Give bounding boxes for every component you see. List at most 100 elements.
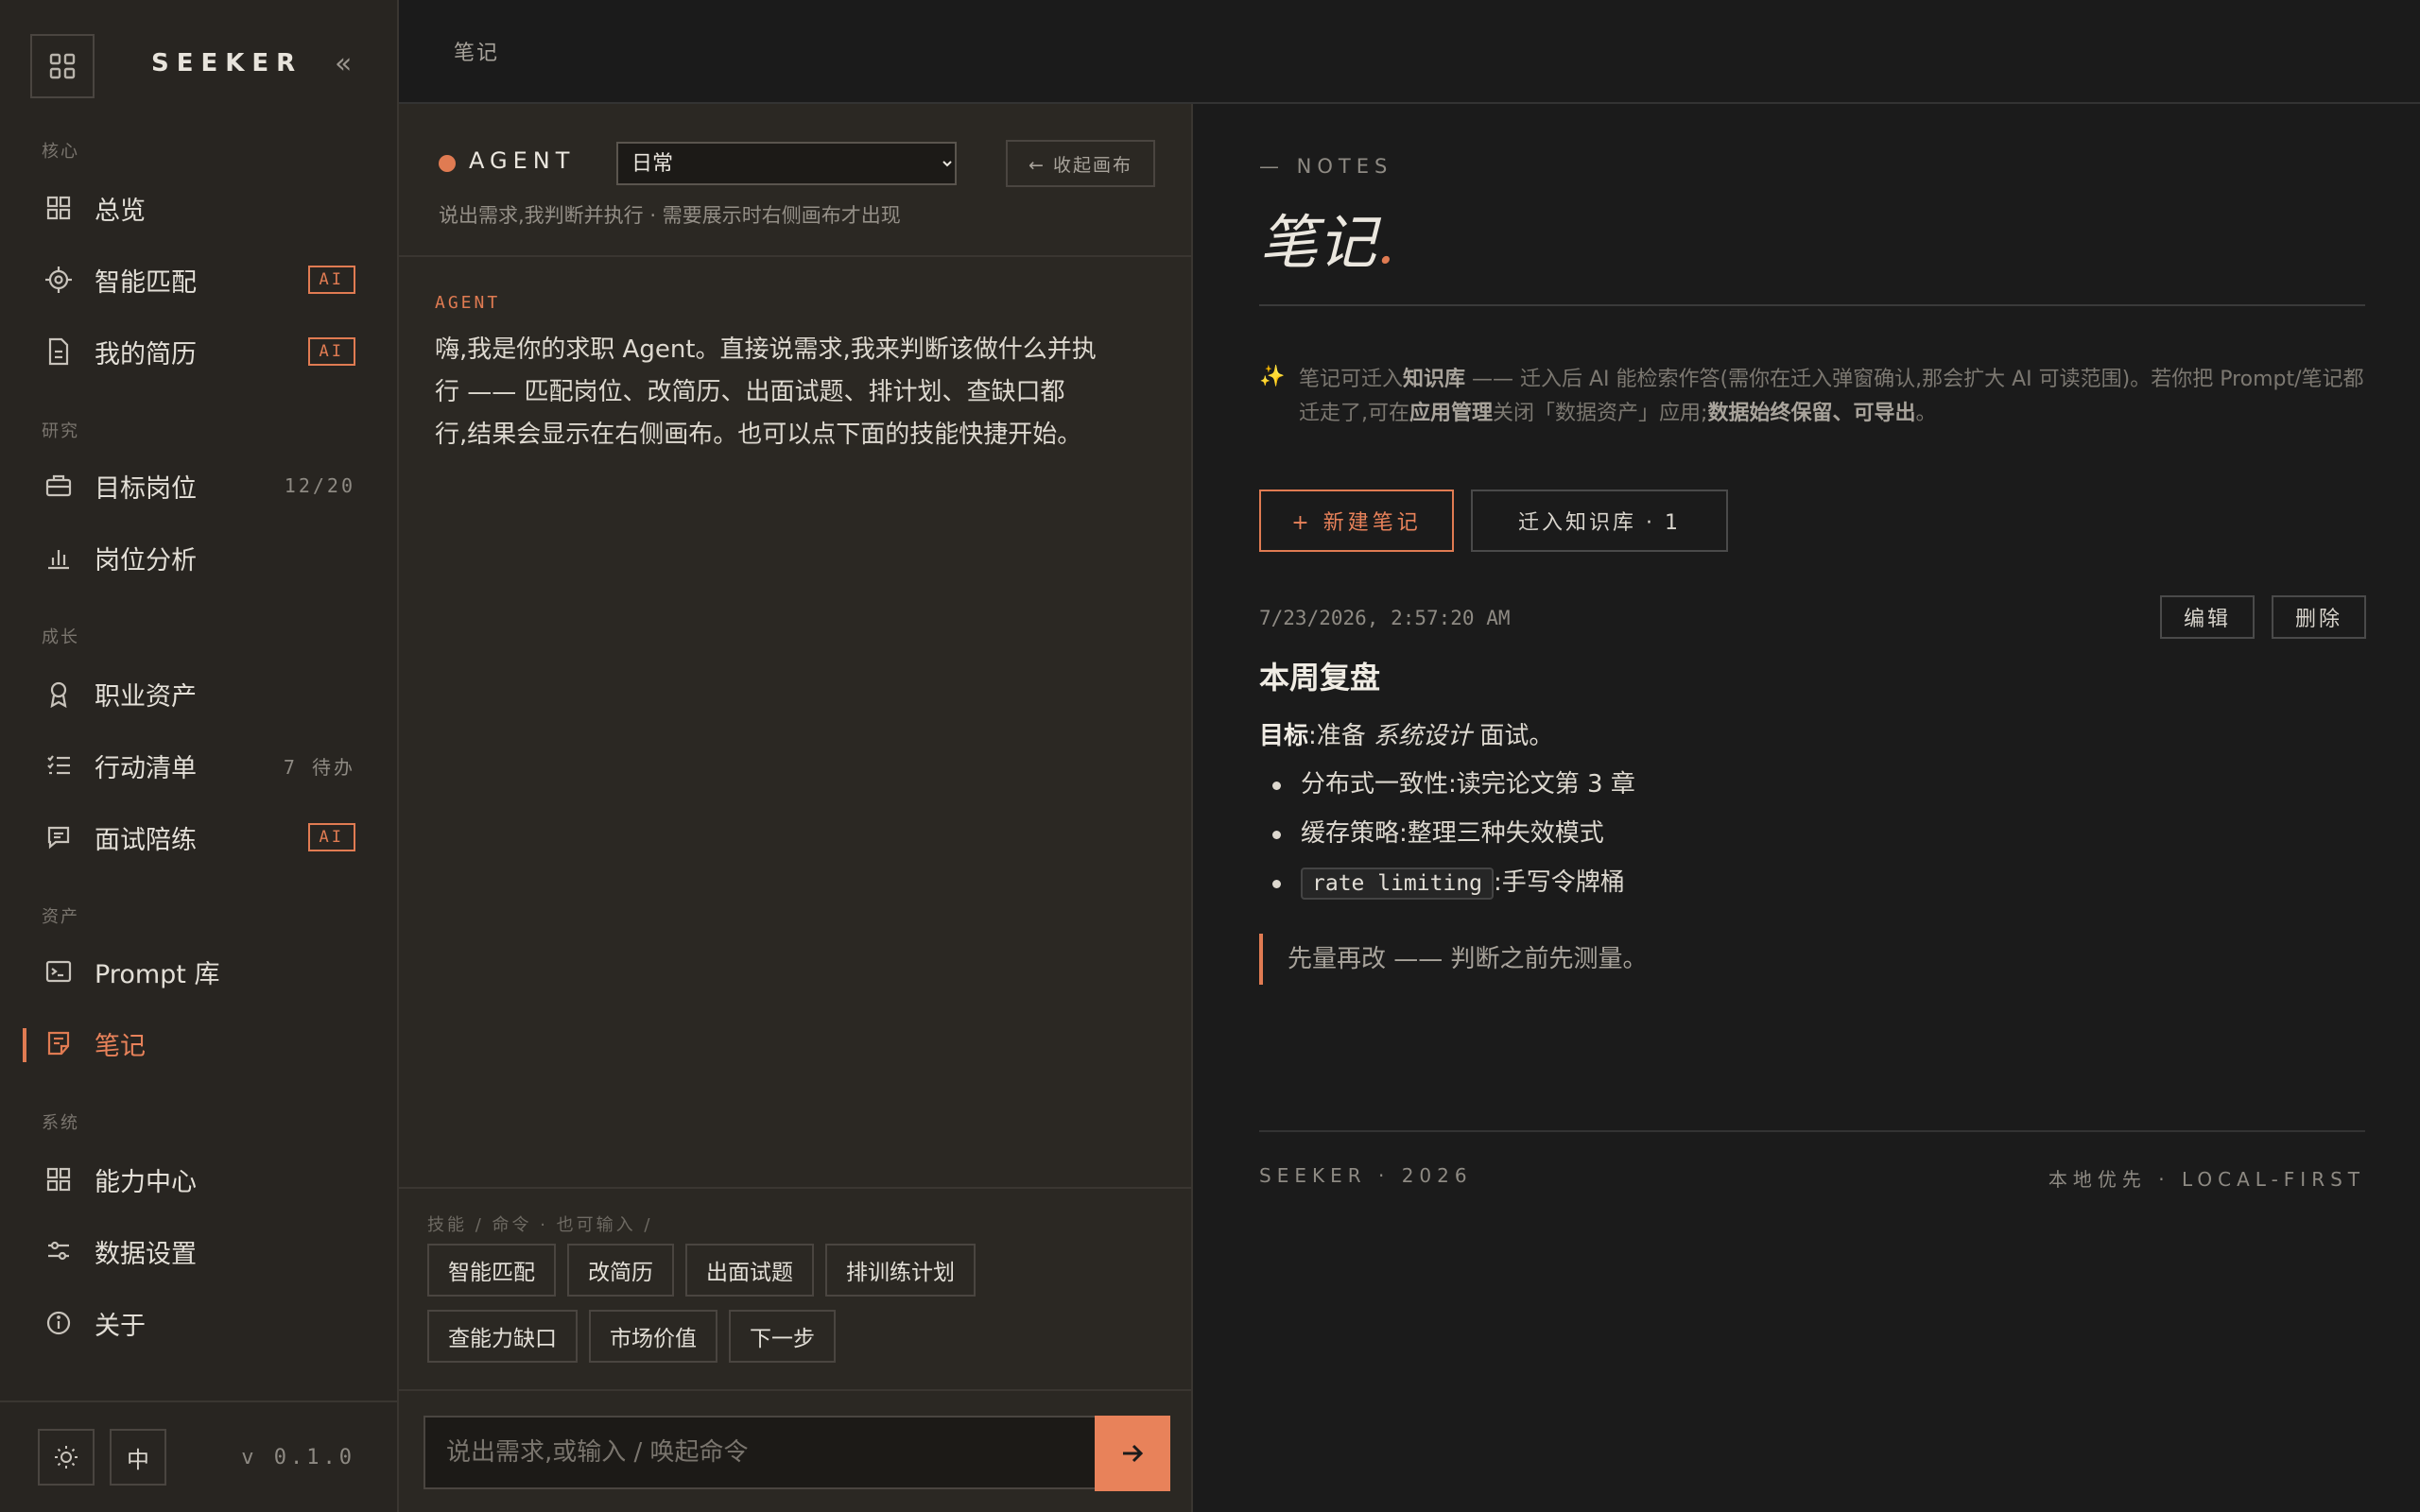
skill-chip-next-step[interactable]: 下一步 <box>729 1310 836 1363</box>
sidebar-item-action-list[interactable]: 行动清单 7 待办 <box>0 737 397 794</box>
divider <box>1259 304 2365 306</box>
tip-knowledge-base: 知识库 <box>1403 368 1466 391</box>
notes-canvas: — NOTES 笔记. ✨ 笔记可迁入知识库 —— 迁入后 AI 能检索作答(需… <box>1195 104 2420 1512</box>
briefcase-icon <box>43 471 74 501</box>
breadcrumb: 笔记 <box>454 42 500 65</box>
goal-label: 目标 <box>1259 722 1309 750</box>
collapse-canvas-button[interactable]: ← 收起画布 <box>1006 140 1155 187</box>
top-bar: 笔记 <box>399 0 2420 104</box>
tip-data-retained: 数据始终保留、可导出 <box>1707 402 1916 425</box>
skill-chip-interview-questions[interactable]: 出面试题 <box>685 1244 814 1297</box>
skill-chip-smart-match[interactable]: 智能匹配 <box>427 1244 556 1297</box>
sidebar-item-my-resume[interactable]: 我的简历 AI <box>0 323 397 380</box>
sidebar-item-target-jobs[interactable]: 目标岗位 12/20 <box>0 457 397 514</box>
award-icon <box>43 679 74 709</box>
skills-label: 技能 / 命令 · 也可输入 / <box>427 1215 653 1235</box>
sidebar-item-label: 能力中心 <box>95 1167 197 1197</box>
list-item: 分布式一致性:读完论文第 3 章 <box>1259 765 1635 815</box>
grid-icon <box>43 193 74 223</box>
sidebar-item-label: 总览 <box>95 196 146 226</box>
sidebar-item-notes[interactable]: 笔记 <box>0 1015 397 1072</box>
sidebar-item-label: 行动清单 <box>95 753 197 783</box>
send-button[interactable] <box>1095 1416 1170 1491</box>
sidebar-item-smart-match[interactable]: 智能匹配 AI <box>0 251 397 308</box>
agent-panel: AGENT 日常 ← 收起画布 说出需求,我判断并执行 · 需要展示时右侧画布才… <box>399 104 1193 1512</box>
action-list-count: 7 待办 <box>283 755 355 779</box>
sidebar-item-prompt-library[interactable]: Prompt 库 <box>0 943 397 1000</box>
sidebar-item-label: 我的简历 <box>95 339 197 369</box>
skill-chip-capability-gap[interactable]: 查能力缺口 <box>427 1310 578 1363</box>
terminal-icon <box>43 956 74 987</box>
sidebar-item-overview[interactable]: 总览 <box>0 180 397 236</box>
sparkle-icon: ✨ <box>1259 365 1286 388</box>
tip-app-management: 应用管理 <box>1409 402 1494 425</box>
new-note-button[interactable]: + 新建笔记 <box>1259 490 1454 552</box>
sidebar-item-label: 岗位分析 <box>95 545 197 576</box>
checklist-icon <box>43 750 74 781</box>
agent-input[interactable] <box>424 1416 1100 1489</box>
skill-chip-edit-resume[interactable]: 改简历 <box>567 1244 674 1297</box>
footer-tagline: 本地优先 · LOCAL-FIRST <box>2048 1168 2365 1191</box>
arrow-right-icon <box>1123 1444 1144 1463</box>
sidebar-footer: 中 v 0.1.0 <box>0 1400 397 1512</box>
sidebar-item-capability-center[interactable]: 能力中心 <box>0 1151 397 1208</box>
sidebar-item-job-analysis[interactable]: 岗位分析 <box>0 529 397 586</box>
section-label-research: 研究 <box>42 421 79 441</box>
sidebar-item-label: 目标岗位 <box>95 473 197 504</box>
page-title-text: 笔记 <box>1259 208 1377 277</box>
sidebar-item-interview-coach[interactable]: 面试陪练 AI <box>0 809 397 866</box>
app-version: v 0.1.0 <box>241 1446 355 1469</box>
skills-row: 查能力缺口 市场价值 下一步 <box>427 1310 836 1363</box>
divider <box>1259 1130 2365 1132</box>
goal-text: 面试。 <box>1472 722 1554 750</box>
sliders-icon <box>43 1236 74 1266</box>
tip-part: 。 <box>1915 402 1937 425</box>
list-item: rate limiting:手写令牌桶 <box>1259 864 1635 913</box>
agent-message: 嗨,我是你的求职 Agent。直接说需求,我来判断该做什么并执行 —— 匹配岗位… <box>435 335 1097 449</box>
agent-subtitle: 说出需求,我判断并执行 · 需要展示时右侧画布才出现 <box>439 204 901 227</box>
skill-chip-training-plan[interactable]: 排训练计划 <box>825 1244 976 1297</box>
grid-icon <box>43 1164 74 1194</box>
ai-badge: AI <box>307 823 355 851</box>
goal-text: :准备 <box>1308 722 1374 750</box>
collapse-sidebar-button[interactable]: « <box>335 47 352 80</box>
goal-emphasis: 系统设计 <box>1374 722 1473 750</box>
sidebar-item-label: 笔记 <box>95 1031 146 1061</box>
composer <box>399 1389 1193 1512</box>
page-title-dot: . <box>1376 208 1395 277</box>
sidebar: SEEKER « 核心 总览 智能匹配 AI 我的简历 AI 研究 目标岗位 1… <box>0 0 399 1512</box>
sidebar-item-label: Prompt 库 <box>95 959 220 989</box>
note-date: 7/23/2026, 2:57:20 AM <box>1259 607 1511 629</box>
ai-badge: AI <box>307 337 355 366</box>
delete-note-button[interactable]: 删除 <box>2272 595 2366 639</box>
list-item: 缓存策略:整理三种失效模式 <box>1259 815 1635 864</box>
section-label-growth: 成长 <box>42 627 79 647</box>
sidebar-item-about[interactable]: 关于 <box>0 1295 397 1351</box>
tip-part: 关闭「数据资产」应用; <box>1493 402 1708 425</box>
note-goal: 目标:准备 系统设计 面试。 <box>1259 716 1553 751</box>
skill-chip-market-value[interactable]: 市场价值 <box>589 1310 717 1363</box>
agent-mode-select[interactable]: 日常 <box>616 142 957 185</box>
message-sender-label: AGENT <box>435 293 501 313</box>
language-toggle-button[interactable]: 中 <box>110 1429 166 1486</box>
sidebar-item-data-settings[interactable]: 数据设置 <box>0 1223 397 1280</box>
app-grid-icon[interactable] <box>30 34 95 98</box>
sidebar-item-career-assets[interactable]: 职业资产 <box>0 665 397 722</box>
skills-row: 智能匹配 改简历 出面试题 排训练计划 <box>427 1244 976 1297</box>
skills-bar: 技能 / 命令 · 也可输入 / 智能匹配 改简历 出面试题 排训练计划 查能力… <box>399 1187 1193 1395</box>
theme-toggle-button[interactable] <box>38 1429 95 1486</box>
tip-part: 笔记可迁入 <box>1299 368 1404 391</box>
edit-note-button[interactable]: 编辑 <box>2160 595 2255 639</box>
sidebar-item-label: 关于 <box>95 1311 146 1341</box>
notes-kicker: — NOTES <box>1259 155 1393 178</box>
list-item-text: :手写令牌桶 <box>1494 868 1625 897</box>
section-label-assets: 资产 <box>42 907 79 927</box>
footer-brand: SEEKER · 2026 <box>1259 1164 1473 1187</box>
migrate-to-kb-button[interactable]: 迁入知识库 · 1 <box>1471 490 1728 552</box>
inline-code: rate limiting <box>1301 868 1495 900</box>
sidebar-item-label: 数据设置 <box>95 1239 197 1269</box>
agent-status-dot <box>439 155 456 172</box>
ai-badge: AI <box>307 266 355 294</box>
sidebar-header: SEEKER « <box>0 0 397 104</box>
page-title: 笔记. <box>1259 195 1395 280</box>
